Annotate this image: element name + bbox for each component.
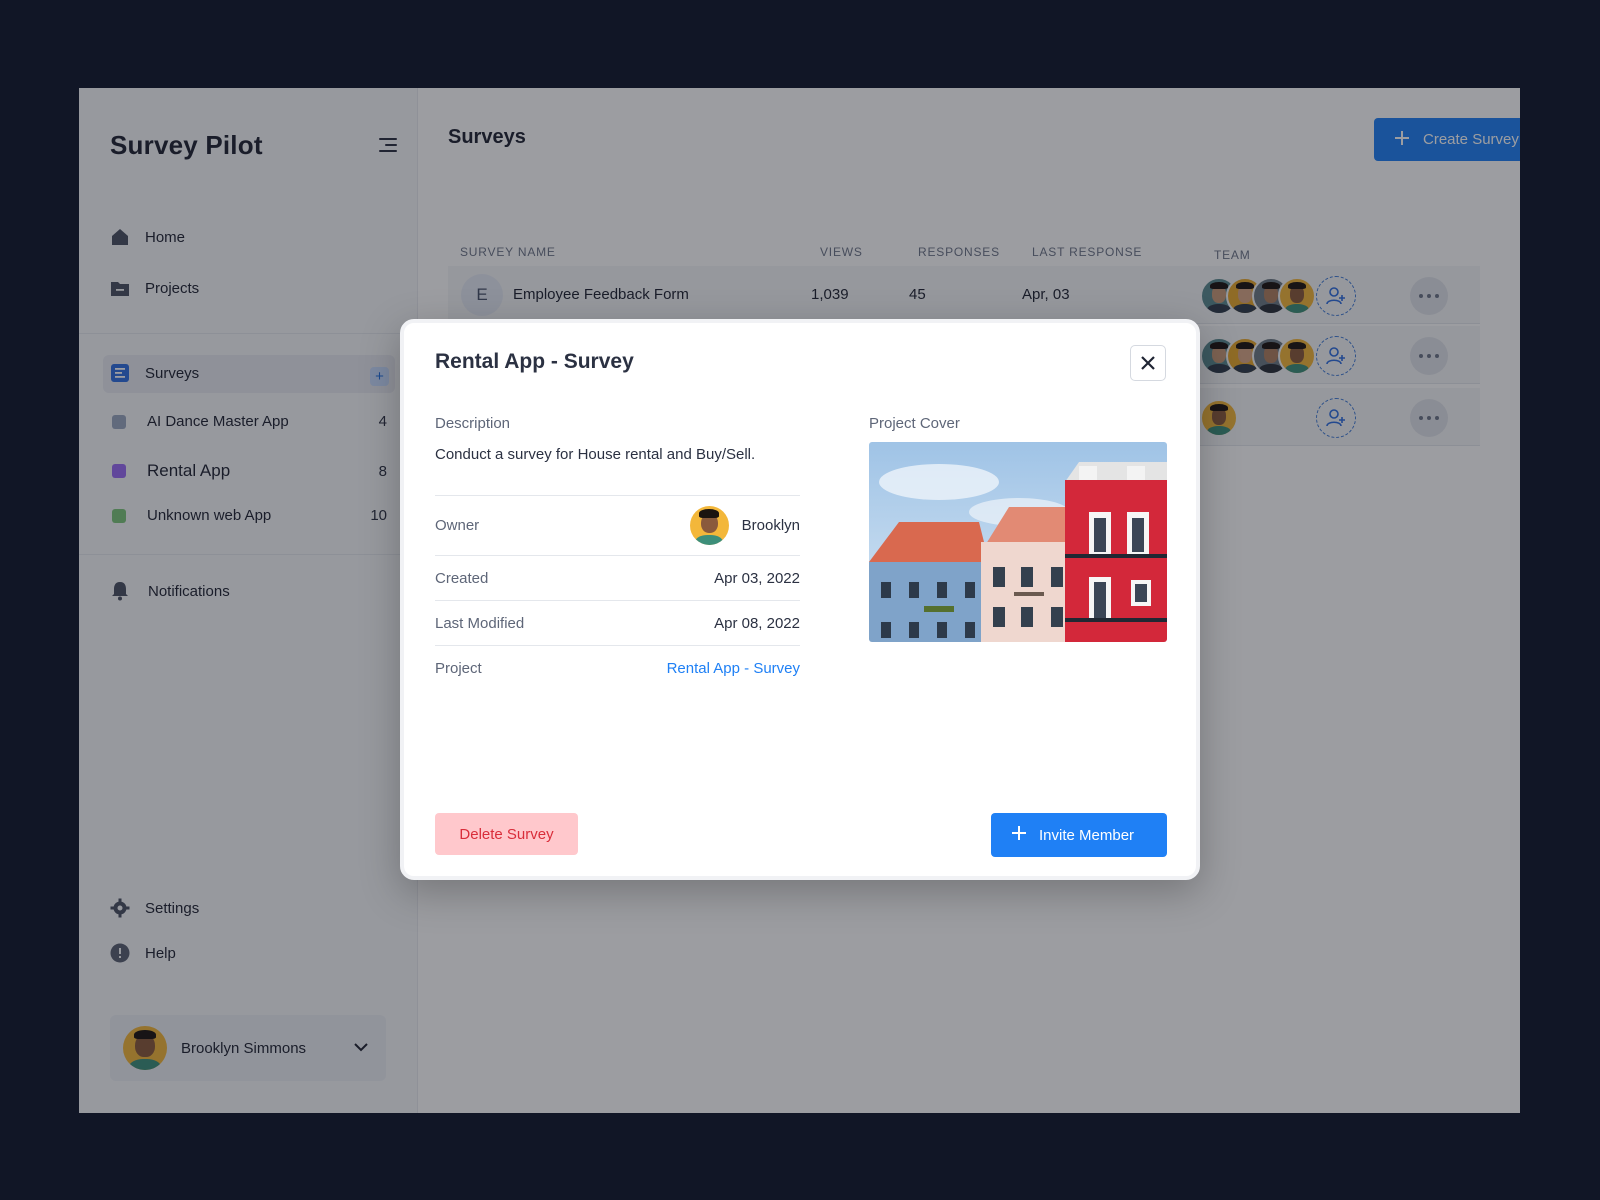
project-link[interactable]: Rental App - Survey [667, 660, 800, 677]
modified-value: Apr 08, 2022 [714, 614, 800, 632]
project-row: Project Rental App - Survey [435, 645, 800, 690]
invite-member-button[interactable]: Invite Member [991, 813, 1167, 857]
invite-member-label: Invite Member [1039, 826, 1135, 844]
cover-label: Project Cover [869, 415, 960, 432]
created-label: Created [435, 569, 489, 587]
project-cover-image [869, 442, 1167, 642]
modified-label: Last Modified [435, 614, 525, 632]
description-text: Conduct a survey for House rental and Bu… [435, 446, 756, 463]
owner-name: Brooklyn [741, 517, 800, 534]
avatar [689, 506, 729, 545]
close-button[interactable] [1130, 345, 1166, 381]
modal-title: Rental App - Survey [435, 350, 634, 373]
owner-row: Owner Brooklyn [435, 495, 800, 555]
survey-details-modal: Rental App - Survey Description Conduct … [400, 319, 1200, 880]
delete-survey-button[interactable]: Delete Survey [435, 813, 578, 855]
created-value: Apr 03, 2022 [714, 569, 800, 587]
owner-value: Brooklyn [689, 506, 800, 545]
plus-icon [1011, 825, 1027, 845]
project-label: Project [435, 659, 482, 677]
close-icon [1141, 356, 1155, 370]
modified-row: Last Modified Apr 08, 2022 [435, 600, 800, 645]
created-row: Created Apr 03, 2022 [435, 555, 800, 600]
description-label: Description [435, 415, 511, 432]
owner-label: Owner [435, 517, 480, 534]
